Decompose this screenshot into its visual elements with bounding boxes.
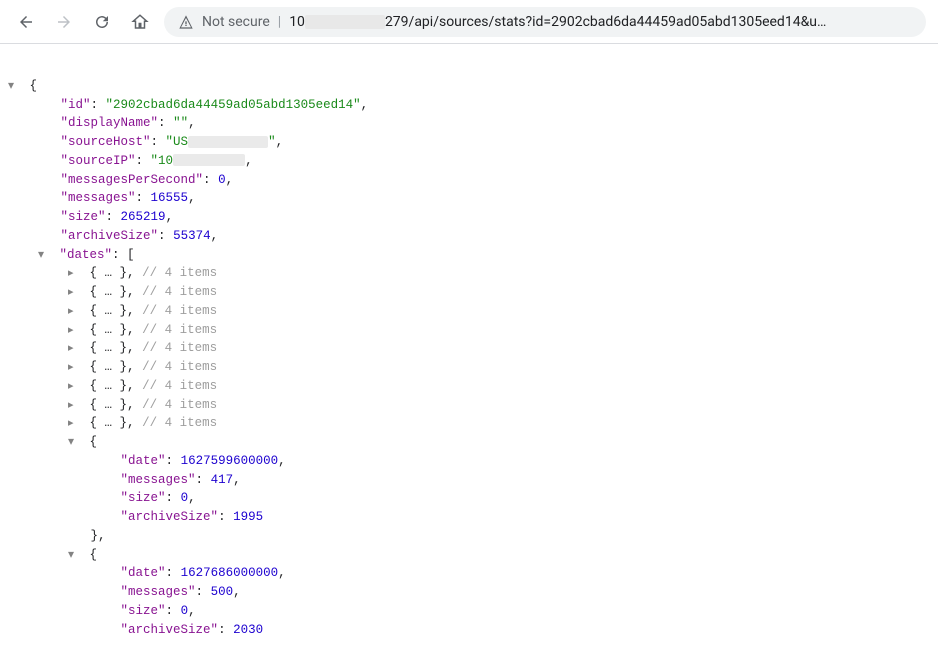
address-bar[interactable]: Not secure | 10279/api/sources/stats?id=… bbox=[164, 7, 926, 37]
json-val-size: 265219 bbox=[121, 210, 166, 224]
json-key-itemArchiveSize: "archiveSize" bbox=[121, 623, 219, 637]
json-key-itemSize: "size" bbox=[121, 604, 166, 618]
json-key-id: "id" bbox=[61, 98, 91, 112]
json-key-displayName: "displayName" bbox=[61, 116, 159, 130]
json-viewer: { "id": "2902cbad6da44459ad05abd1305eed1… bbox=[0, 44, 938, 653]
json-val-date: 1627686000000 bbox=[181, 566, 279, 580]
collapsed-item[interactable]: { … } bbox=[90, 266, 128, 280]
expand-toggle-item[interactable] bbox=[68, 283, 82, 302]
json-val-displayName: "" bbox=[173, 116, 188, 130]
item-count-comment: // 4 items bbox=[142, 416, 217, 430]
json-key-itemSize: "size" bbox=[121, 491, 166, 505]
collapsed-item[interactable]: { … } bbox=[90, 379, 128, 393]
json-val-itemArchiveSize: 2030 bbox=[233, 623, 263, 637]
item-count-comment: // 4 items bbox=[142, 398, 217, 412]
json-val-mps: 0 bbox=[218, 173, 226, 187]
item-count-comment: // 4 items bbox=[142, 323, 217, 337]
home-button[interactable] bbox=[126, 8, 154, 36]
expand-toggle-item10[interactable] bbox=[68, 433, 82, 452]
reload-icon bbox=[93, 13, 111, 31]
item-count-comment: // 4 items bbox=[142, 341, 217, 355]
expand-toggle-item[interactable] bbox=[68, 264, 82, 283]
collapsed-item[interactable]: { … } bbox=[90, 398, 128, 412]
redacted-sourceIP bbox=[173, 154, 245, 166]
address-divider: | bbox=[278, 14, 281, 30]
json-val-sourceHost-prefix: "US bbox=[166, 135, 189, 149]
json-key-date: "date" bbox=[121, 566, 166, 580]
redacted-sourceHost bbox=[188, 136, 268, 148]
expand-toggle-item[interactable] bbox=[68, 414, 82, 433]
json-key-sourceIP: "sourceIP" bbox=[61, 154, 136, 168]
expand-toggle-root[interactable] bbox=[8, 77, 22, 96]
item-count-comment: // 4 items bbox=[142, 304, 217, 318]
arrow-left-icon bbox=[17, 13, 35, 31]
json-key-sourceHost: "sourceHost" bbox=[61, 135, 151, 149]
collapsed-item[interactable]: { … } bbox=[90, 323, 128, 337]
item-count-comment: // 4 items bbox=[142, 285, 217, 299]
json-val-id: "2902cbad6da44459ad05abd1305eed14" bbox=[106, 98, 361, 112]
json-val-itemArchiveSize: 1995 bbox=[233, 510, 263, 524]
reload-button[interactable] bbox=[88, 8, 116, 36]
json-key-size: "size" bbox=[61, 210, 106, 224]
expand-toggle-item[interactable] bbox=[68, 358, 82, 377]
json-val-date: 1627599600000 bbox=[181, 454, 279, 468]
json-val-itemSize: 0 bbox=[181, 604, 189, 618]
json-val-itemMessages: 417 bbox=[211, 473, 234, 487]
back-button[interactable] bbox=[12, 8, 40, 36]
not-secure-icon bbox=[178, 14, 194, 30]
collapsed-item[interactable]: { … } bbox=[90, 304, 128, 318]
security-label: Not secure bbox=[202, 14, 270, 30]
json-key-itemMessages: "messages" bbox=[121, 585, 196, 599]
expand-toggle-item[interactable] bbox=[68, 321, 82, 340]
json-key-archiveSize: "archiveSize" bbox=[61, 229, 159, 243]
json-val-sourceHost-suffix: " bbox=[268, 135, 276, 149]
collapsed-item[interactable]: { … } bbox=[90, 285, 128, 299]
json-key-date: "date" bbox=[121, 454, 166, 468]
home-icon bbox=[131, 13, 149, 31]
url-text: 10279/api/sources/stats?id=2902cbad6da44… bbox=[289, 14, 826, 30]
arrow-right-icon bbox=[55, 13, 73, 31]
item-count-comment: // 4 items bbox=[142, 379, 217, 393]
redacted-host bbox=[305, 15, 385, 29]
item-count-comment: // 4 items bbox=[142, 360, 217, 374]
forward-button[interactable] bbox=[50, 8, 78, 36]
expand-toggle-item[interactable] bbox=[68, 339, 82, 358]
expand-toggle-item11[interactable] bbox=[68, 546, 82, 565]
json-key-dates: "dates" bbox=[60, 248, 113, 262]
json-val-itemMessages: 500 bbox=[211, 585, 234, 599]
expand-toggle-item[interactable] bbox=[68, 396, 82, 415]
json-val-messages: 16555 bbox=[151, 191, 189, 205]
item-count-comment: // 4 items bbox=[142, 266, 217, 280]
expand-toggle-dates[interactable] bbox=[38, 246, 52, 265]
expand-toggle-item[interactable] bbox=[68, 302, 82, 321]
json-key-messages: "messages" bbox=[61, 191, 136, 205]
browser-toolbar: Not secure | 10279/api/sources/stats?id=… bbox=[0, 0, 938, 44]
json-brace-open: { bbox=[30, 79, 38, 93]
json-key-itemArchiveSize: "archiveSize" bbox=[121, 510, 219, 524]
collapsed-item[interactable]: { … } bbox=[90, 341, 128, 355]
collapsed-item[interactable]: { … } bbox=[90, 416, 128, 430]
collapsed-item[interactable]: { … } bbox=[90, 360, 128, 374]
json-val-sourceIP-prefix: "10 bbox=[151, 154, 174, 168]
expand-toggle-item[interactable] bbox=[68, 377, 82, 396]
json-val-itemSize: 0 bbox=[181, 491, 189, 505]
json-key-mps: "messagesPerSecond" bbox=[61, 173, 204, 187]
json-val-archiveSize: 55374 bbox=[173, 229, 211, 243]
json-key-itemMessages: "messages" bbox=[121, 473, 196, 487]
